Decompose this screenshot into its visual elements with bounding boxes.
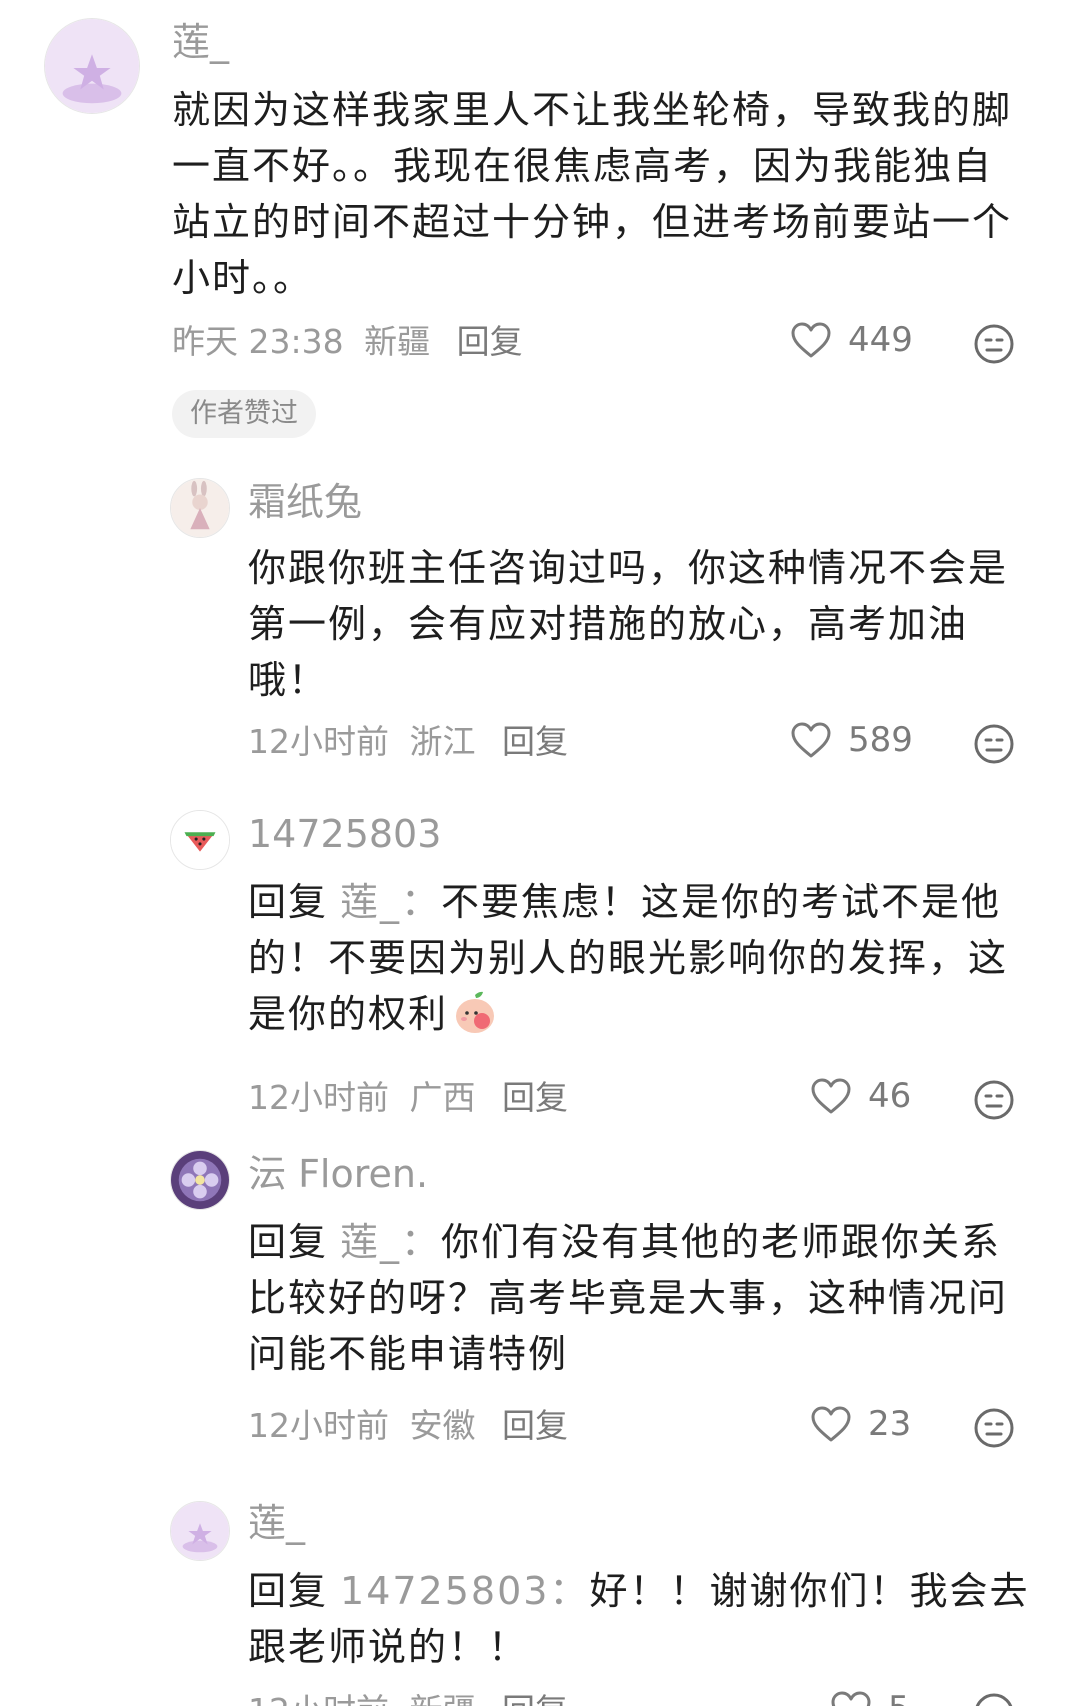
comment-time: 12小时前 bbox=[248, 1406, 389, 1445]
avatar-lotus-icon bbox=[171, 1502, 229, 1560]
comment-location: 浙江 bbox=[409, 722, 476, 761]
avatar[interactable] bbox=[170, 810, 230, 870]
avatar[interactable] bbox=[170, 1150, 230, 1210]
comment-time: 12小时前 bbox=[248, 1078, 389, 1117]
reply-prefix: 回复 bbox=[248, 880, 329, 924]
like-count: 23 bbox=[868, 1404, 912, 1444]
heart-outline-icon bbox=[791, 722, 831, 758]
like-count: 449 bbox=[848, 320, 913, 360]
avatar-watermelon-icon bbox=[171, 811, 229, 869]
heart-outline-icon bbox=[811, 1078, 851, 1114]
heart-outline-icon bbox=[831, 1691, 871, 1706]
comment-meta: 12小时前 浙江 回复 bbox=[248, 722, 578, 762]
avatar-bunny-girl-icon bbox=[171, 479, 229, 537]
comment-time: 12小时前 bbox=[248, 1691, 389, 1706]
like-count: 589 bbox=[848, 720, 913, 760]
comment-text: 你跟你班主任咨询过吗，你这种情况不会是第一例，会有应对措施的放心，高考加油哦！ bbox=[248, 546, 1009, 702]
reply-button[interactable]: 回复 bbox=[457, 322, 523, 361]
comment-meta: 12小时前 新疆 回复 bbox=[248, 1691, 578, 1706]
avatar-lotus-icon bbox=[45, 19, 139, 113]
like-count: 46 bbox=[868, 1076, 912, 1116]
like-button[interactable]: 589 bbox=[790, 720, 913, 760]
avatar[interactable] bbox=[170, 478, 230, 538]
dislike-button[interactable] bbox=[973, 323, 1015, 365]
comment-meta: 12小时前 安徽 回复 bbox=[248, 1406, 578, 1446]
comment-location: 新疆 bbox=[410, 1691, 476, 1706]
author-liked-badge: 作者赞过 bbox=[172, 390, 316, 438]
reply-to-user[interactable]: 14725803： bbox=[340, 1569, 589, 1613]
reply-prefix: 回复 bbox=[248, 1569, 329, 1613]
comment-time: 昨天 23:38 bbox=[172, 322, 344, 361]
comment-location: 安徽 bbox=[409, 1406, 476, 1445]
reply-button[interactable]: 回复 bbox=[502, 1078, 568, 1117]
reply-button[interactable]: 回复 bbox=[502, 722, 568, 761]
author-name[interactable]: 莲_ bbox=[172, 20, 229, 64]
avatar[interactable] bbox=[44, 18, 140, 114]
comment-time: 12小时前 bbox=[248, 722, 389, 761]
like-button[interactable]: 23 bbox=[810, 1404, 911, 1444]
reply-to-user[interactable]: 莲_： bbox=[340, 880, 441, 924]
neutral-face-icon bbox=[974, 324, 1014, 364]
dislike-button[interactable] bbox=[973, 723, 1015, 765]
author-name[interactable]: 沄 Floren. bbox=[248, 1152, 428, 1196]
comment-item: 莲_ 就因为这样我家里人不让我坐轮椅，导致我的脚一直不好。。我现在很焦虑高考，因… bbox=[0, 0, 1080, 460]
author-name[interactable]: 莲_ bbox=[248, 1501, 305, 1545]
reply-to-user[interactable]: 莲_： bbox=[340, 1220, 441, 1264]
author-name[interactable]: 14725803 bbox=[248, 812, 441, 856]
comment-text: 回复 莲_：你们有没有其他的老师跟你关系比较好的呀？高考毕竟是大事，这种情况问问能… bbox=[248, 1214, 1018, 1382]
comment-location: 新疆 bbox=[364, 322, 431, 361]
reply-item: 莲_ 回复14725803：好！！谢谢你们！我会去跟老师说的！！ 12小时前 新… bbox=[0, 1485, 1080, 1706]
reply-item: 沄 Floren. 回复 莲_：你们有没有其他的老师跟你关系比较好的呀？高考毕竟是… bbox=[0, 1140, 1080, 1470]
reply-item: 霜纸兔 你跟你班主任咨询过吗，你这种情况不会是第一例，会有应对措施的放心，高考加… bbox=[0, 460, 1080, 790]
like-button[interactable]: 5 bbox=[830, 1689, 910, 1706]
neutral-face-icon bbox=[975, 1693, 1013, 1706]
peach-blush-emoji-icon bbox=[456, 991, 495, 1033]
avatar[interactable] bbox=[170, 1501, 230, 1561]
like-button[interactable]: 46 bbox=[810, 1076, 911, 1116]
author-name[interactable]: 霜纸兔 bbox=[248, 480, 362, 524]
avatar-purple-flower-icon bbox=[171, 1151, 229, 1209]
neutral-face-icon bbox=[974, 1080, 1014, 1120]
like-count: 5 bbox=[888, 1689, 910, 1706]
reply-prefix: 回复 bbox=[248, 1220, 329, 1264]
comment-meta: 昨天 23:38 新疆 回复 bbox=[172, 322, 533, 362]
heart-outline-icon bbox=[811, 1406, 851, 1442]
dislike-button[interactable] bbox=[973, 1079, 1015, 1121]
dislike-button[interactable] bbox=[973, 1407, 1015, 1449]
comment-location: 广西 bbox=[409, 1078, 476, 1117]
neutral-face-icon bbox=[974, 1408, 1014, 1448]
reply-button[interactable]: 回复 bbox=[502, 1691, 568, 1706]
reply-button[interactable]: 回复 bbox=[502, 1406, 568, 1445]
comment-meta: 12小时前 广西 回复 bbox=[248, 1078, 578, 1118]
reply-item: 14725803 回复 莲_：不要焦虑！这是你的考试不是他的！不要因为别人的眼光影… bbox=[0, 800, 1080, 1130]
comment-text: 就因为这样我家里人不让我坐轮椅，导致我的脚一直不好。。我现在很焦虑高考，因为我能… bbox=[172, 88, 1013, 300]
neutral-face-icon bbox=[974, 724, 1014, 764]
heart-outline-icon bbox=[791, 322, 831, 358]
comment-text: 回复 莲_：不要焦虑！这是你的考试不是他的！不要因为别人的眼光影响你的发挥，这是你… bbox=[248, 874, 1018, 1042]
like-button[interactable]: 449 bbox=[790, 320, 913, 360]
comment-text: 回复 14725803：好！！谢谢你们！我会去跟老师说的！！ bbox=[248, 1563, 1038, 1675]
dislike-button[interactable] bbox=[973, 1692, 1015, 1706]
